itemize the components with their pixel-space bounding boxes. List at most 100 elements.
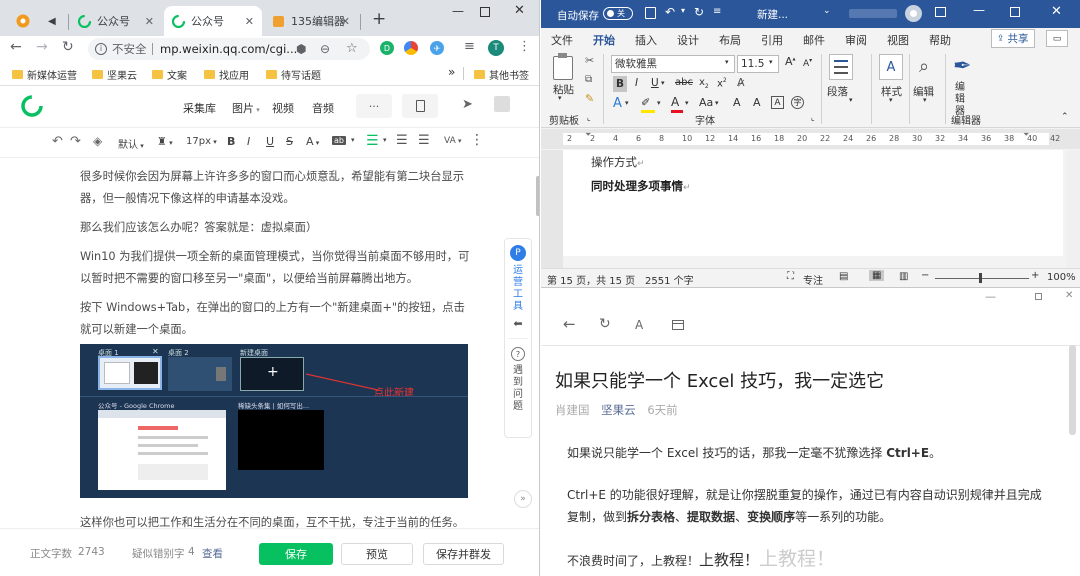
save-button[interactable]: 保存 xyxy=(259,543,333,565)
zoom-in-button[interactable]: + xyxy=(1031,270,1039,281)
bookmark-item[interactable]: 文案 xyxy=(152,67,187,82)
menu-home[interactable]: 开始 xyxy=(593,32,615,52)
extension-color-icon[interactable] xyxy=(404,41,418,55)
window-close-button[interactable]: ✕ xyxy=(1065,290,1073,301)
undo-icon[interactable]: ↶ xyxy=(52,134,63,149)
letter-spacing-button[interactable]: VA ▾ xyxy=(444,136,462,146)
help-icon[interactable]: ? xyxy=(511,347,525,361)
wechat-logo-icon[interactable] xyxy=(20,94,44,118)
user-avatar[interactable] xyxy=(905,5,922,22)
menu-help[interactable]: 帮助 xyxy=(929,32,951,48)
dialog-launcher-icon[interactable]: ⌞ xyxy=(811,113,815,122)
bold-button[interactable]: B xyxy=(227,135,235,148)
indent-marker-icon[interactable]: ⏷ xyxy=(1023,130,1029,140)
minimize-button[interactable]: — xyxy=(973,3,985,17)
menu-review[interactable]: 审阅 xyxy=(845,32,867,48)
preview-button[interactable]: 预览 xyxy=(341,543,413,565)
paste-label[interactable]: 粘贴 xyxy=(553,82,574,97)
comments-icon[interactable]: ▭ xyxy=(1046,30,1068,47)
superscript-button[interactable]: x2 xyxy=(717,77,727,89)
minimize-button[interactable]: — xyxy=(985,290,996,303)
web-layout-icon[interactable]: ▥ xyxy=(899,271,908,282)
font-setting-icon[interactable]: A xyxy=(635,318,643,332)
view-typos-link[interactable]: 查看 xyxy=(202,546,223,561)
collapse-arrow-icon[interactable]: ⬅ xyxy=(505,317,531,330)
window-close-button[interactable]: ✕ xyxy=(1051,4,1062,19)
zoom-slider[interactable] xyxy=(935,278,1029,279)
font-color-button[interactable]: A ▾ xyxy=(306,135,319,148)
indent-marker-icon[interactable]: ⏷ xyxy=(585,130,591,140)
vertical-scrollbar[interactable] xyxy=(1066,150,1080,268)
indent-icon[interactable]: ☰ xyxy=(396,133,408,148)
encircle-char-icon[interactable]: 字 xyxy=(791,96,804,109)
grow-font-icon[interactable]: A▴ xyxy=(785,55,796,68)
menu-references[interactable]: 引用 xyxy=(761,32,783,48)
bookmarks-more[interactable]: » xyxy=(448,65,455,79)
refresh-icon[interactable]: ↻ xyxy=(599,316,611,332)
undo-icon[interactable]: ↶ xyxy=(665,5,675,19)
tab-gongzhonghao-1[interactable]: 公众号 ✕ xyxy=(70,6,162,36)
menu-view[interactable]: 视图 xyxy=(887,32,909,48)
close-icon[interactable]: ✕ xyxy=(341,15,350,28)
subscript-button[interactable]: x2 xyxy=(699,77,709,90)
line-spacing-icon[interactable]: ☰ xyxy=(418,133,430,148)
align-left-icon[interactable]: ☰ xyxy=(366,133,379,149)
scroll-down-icon[interactable]: » xyxy=(514,490,532,508)
collapse-ribbon-icon[interactable]: ⌃ xyxy=(1061,112,1069,122)
layout-icon[interactable] xyxy=(672,320,684,330)
maximize-button[interactable] xyxy=(1010,7,1020,17)
extension-green-icon[interactable]: D xyxy=(380,41,394,55)
font-size-select[interactable]: 17px ▾ xyxy=(186,136,217,147)
format-painter-icon[interactable]: ✎ xyxy=(585,92,594,105)
char-shading-icon[interactable]: A xyxy=(753,96,761,109)
extension-blue-icon[interactable]: ✈ xyxy=(430,41,444,55)
dialog-launcher-icon[interactable]: ⌞ xyxy=(587,113,591,122)
customize-icon[interactable]: ≡ xyxy=(713,6,721,17)
tool-logo-icon[interactable]: P xyxy=(510,245,526,261)
italic-button[interactable]: I xyxy=(247,135,250,148)
clear-format-icon[interactable]: A̷ xyxy=(737,76,745,89)
bookmark-item[interactable]: 坚果云 xyxy=(92,67,137,82)
source-link[interactable]: 坚果云 xyxy=(601,403,636,417)
scrollbar-thumb[interactable] xyxy=(536,176,539,216)
tab-audio[interactable]: ◀ xyxy=(40,6,66,36)
font-tool-icon[interactable]: ♜ ▾ xyxy=(157,135,173,148)
enclose-char-icon[interactable]: A xyxy=(771,96,784,109)
bookmark-item[interactable]: 待写话题 xyxy=(266,67,321,82)
zoom-slider-handle[interactable] xyxy=(979,273,982,283)
underline-button[interactable]: U xyxy=(266,135,274,148)
read-mode-icon[interactable]: ▤ xyxy=(839,271,848,282)
forward-icon[interactable]: → xyxy=(36,39,48,55)
focus-icon[interactable]: ⛶ xyxy=(787,271,794,282)
menu-file[interactable]: 文件 xyxy=(551,32,573,48)
ribbon-display-icon[interactable] xyxy=(935,7,946,17)
image-thumb-icon[interactable] xyxy=(494,96,510,112)
article-image[interactable]: 桌面 1 ✕ 桌面 2 新建桌面 + 点此新建 公众号 - Google Chr… xyxy=(80,344,468,498)
redo-icon[interactable]: ↷ xyxy=(70,134,81,149)
zoom-icon[interactable]: ⊖ xyxy=(320,38,330,60)
redo-icon[interactable]: ↻ xyxy=(694,5,704,19)
profile-avatar[interactable]: T xyxy=(488,40,504,56)
paragraph-button[interactable]: 段落 xyxy=(827,84,848,99)
maximize-button[interactable] xyxy=(480,7,490,17)
highlight-icon[interactable]: ✐ xyxy=(641,96,655,113)
font-name-select[interactable]: 微软雅黑 xyxy=(611,55,735,73)
video-tool[interactable]: 视频 xyxy=(272,100,294,116)
bg-color-button[interactable]: ab xyxy=(332,136,346,145)
window-close-button[interactable]: ✕ xyxy=(514,3,525,18)
editor-icon[interactable]: ✒ xyxy=(953,54,971,79)
bold-button[interactable]: B xyxy=(613,76,627,92)
audio-tool[interactable]: 音频 xyxy=(312,100,334,116)
close-icon[interactable]: ✕ xyxy=(145,15,154,28)
italic-button[interactable]: I xyxy=(635,77,638,89)
cut-icon[interactable]: ✂ xyxy=(585,54,594,67)
more-tools-button[interactable]: ··· xyxy=(356,94,392,118)
reading-list-icon[interactable]: ≡ xyxy=(464,39,475,54)
maximize-button[interactable] xyxy=(1035,293,1042,300)
save-publish-button[interactable]: 保存并群发 xyxy=(423,543,504,565)
back-icon[interactable]: ← xyxy=(10,39,22,55)
other-bookmarks[interactable]: 其他书签 xyxy=(474,67,529,82)
text-effects-icon[interactable]: A xyxy=(613,96,622,111)
address-bar[interactable]: i 不安全 mp.weixin.qq.com/cgi... ⬢ ⊖ ☆ xyxy=(88,38,370,60)
copy-icon[interactable]: ⧉ xyxy=(585,74,592,85)
